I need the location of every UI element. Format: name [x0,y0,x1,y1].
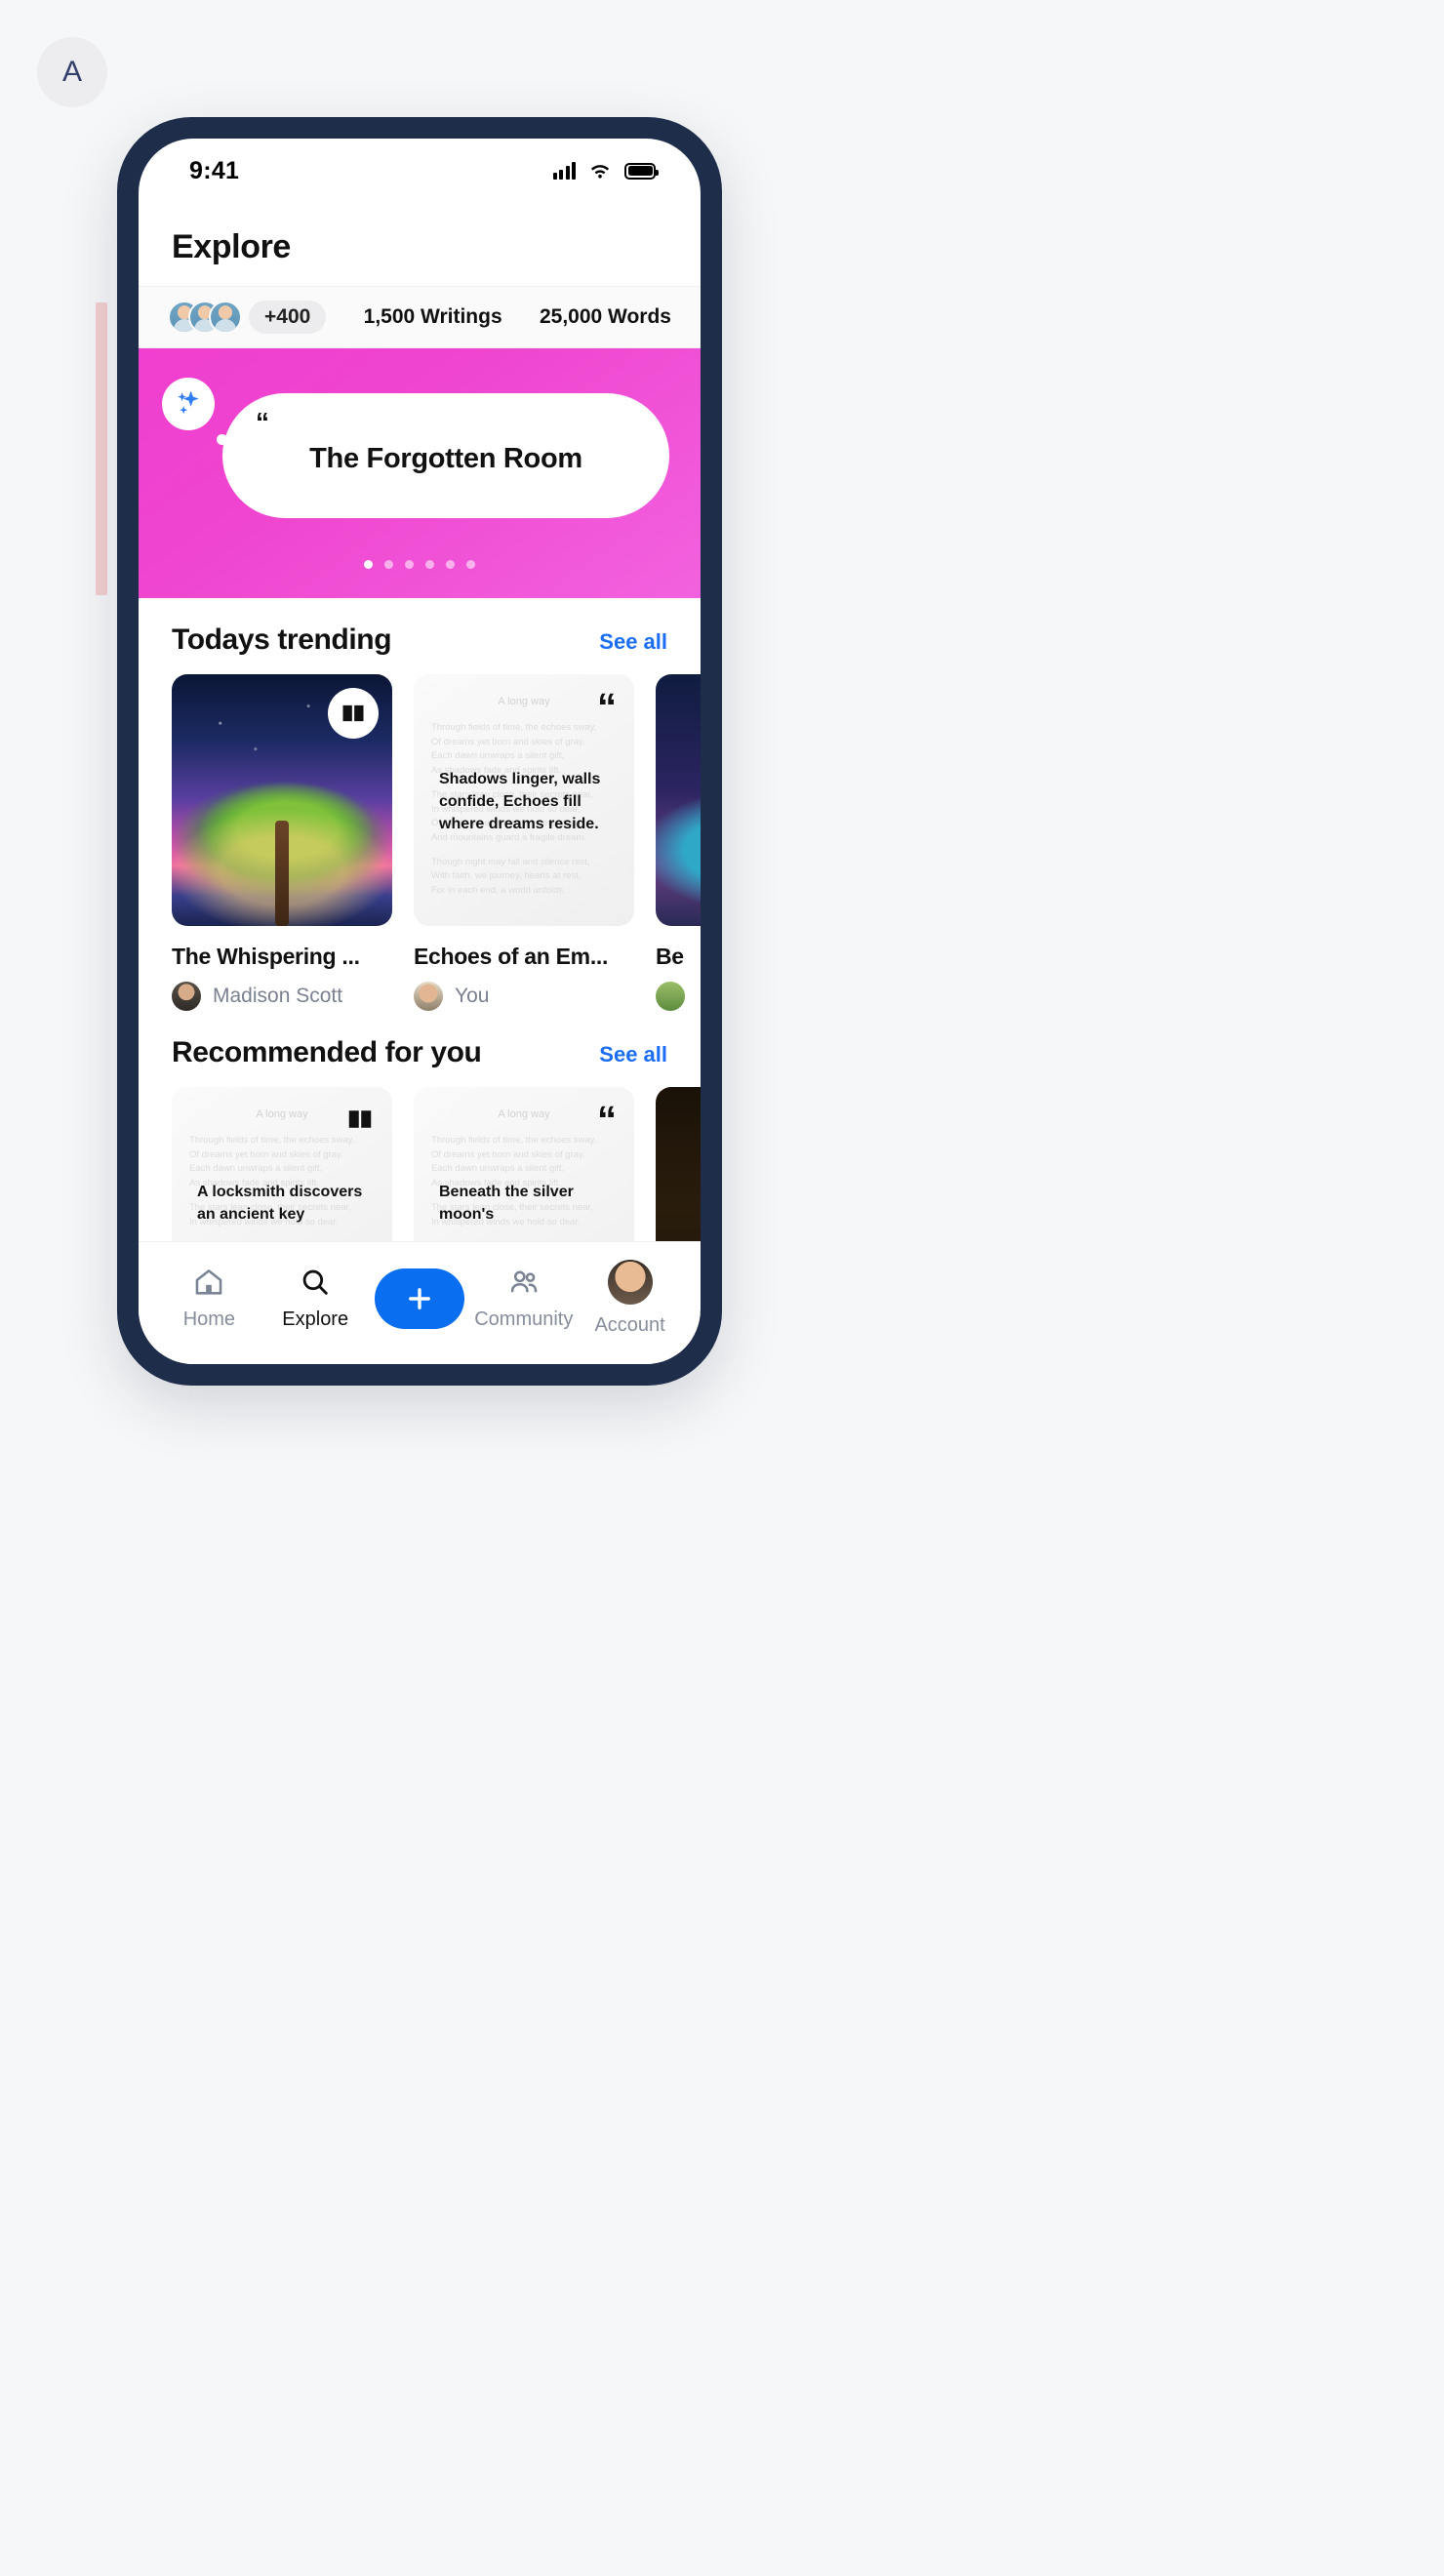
wifi-icon [590,165,610,179]
tab-home[interactable]: Home [162,1266,256,1331]
avatars-count-badge: +400 [249,301,327,334]
page-avatar-initial: A [61,56,82,88]
avatar-stack [168,301,242,334]
bg-line: Of dreams yet born and skies of gray. [431,736,585,747]
stats-avatars[interactable]: +400 [168,301,327,334]
bg-line: Each dawn unwraps a silent gift, [189,1163,323,1175]
card[interactable]: The Whispering ... Madison Scott [172,674,392,1011]
see-all-link-recommended[interactable]: See all [599,1042,667,1067]
avatar-icon [607,1260,653,1305]
quote-mark-icon: “ [256,407,269,437]
carousel-dot[interactable] [384,560,393,569]
bg-line: Each dawn unwraps a silent gift, [431,750,565,762]
section-header-trending: Todays trending See all [139,598,701,674]
tab-explore[interactable]: Explore [268,1266,362,1331]
quote-icon: “ [597,1099,617,1142]
card-excerpt: Shadows linger, walls confide, Echoes fi… [439,771,601,833]
book-open-icon[interactable] [328,688,379,739]
status-bar: 9:41 [139,139,701,203]
carousel-dot[interactable] [364,560,373,569]
card-thumbnail[interactable] [656,674,701,926]
tab-community[interactable]: Community [474,1266,574,1331]
card-title: The Whispering ... [172,944,360,969]
author-avatar [414,982,443,1011]
search-icon [302,1269,328,1295]
trending-card-row[interactable]: The Whispering ... Madison Scott A long … [139,674,701,1011]
card-thumbnail[interactable]: A long way Through fields of time, the e… [414,674,634,926]
bg-line: Each dawn unwraps a silent gift, [431,1163,565,1175]
artwork-image [656,674,701,926]
tab-label: Explore [282,1308,349,1330]
carousel-dot[interactable] [425,560,434,569]
card-author [656,982,701,1011]
bg-line: Through fields of time, the echoes sway, [431,1135,597,1146]
signal-bars-icon [552,162,576,180]
section-title: Todays trending [172,624,392,656]
book-open-icon [345,1105,375,1137]
card-excerpt: A locksmith discovers an ancient key [197,1184,363,1224]
card-author: Madison Scott [172,982,392,1011]
bg-line: Though night may fall and silence rest, [431,856,590,867]
phone-screen: 9:41 Explore +400 1,500 Writings 25,000 … [139,139,701,1364]
carousel-dot[interactable] [466,560,475,569]
battery-icon [624,162,659,180]
carousel-dot[interactable] [405,560,414,569]
page-title: Explore [172,228,291,265]
hero-banner[interactable]: “ The Forgotten Room [139,348,701,598]
home-icon [196,1269,222,1295]
stat-writings: 1,500 Writings [363,305,502,328]
tab-account[interactable]: Account [583,1260,677,1337]
bg-line: With faith, we journey, hearts at rest. [431,870,582,882]
sparkles-icon [162,378,215,430]
author-avatar [172,982,201,1011]
tab-label: Home [182,1308,236,1330]
hero-title: The Forgotten Room [309,442,582,474]
card-title: Be [656,944,684,969]
card[interactable]: A long way Through fields of time, the e… [414,674,634,1011]
bg-line: Through fields of time, the echoes sway, [431,722,597,733]
quote-page-image: A long way Through fields of time, the e… [414,674,634,926]
author-name: Madison Scott [213,985,343,1007]
page-bg-title: A long way [498,696,550,707]
card-title: Echoes of an Em... [414,944,609,969]
status-time: 9:41 [189,156,240,184]
plus-icon [409,1287,430,1309]
card[interactable]: Be [656,674,701,1011]
create-button[interactable] [374,1268,464,1329]
tab-label: Account [594,1314,665,1336]
carousel-dots[interactable] [139,560,701,569]
bg-line: Of dreams yet born and skies of gray. [189,1148,343,1160]
see-all-link-trending[interactable]: See all [599,629,667,655]
people-icon [510,1270,538,1293]
page-header: Explore [139,203,701,286]
carousel-dot[interactable] [446,560,455,569]
quote-icon: “ [597,686,617,729]
card-excerpt: Beneath the silver moon's [439,1184,574,1224]
avatar [209,301,242,334]
decorative-edge-strip [96,302,107,595]
stat-words: 25,000 Words [539,305,671,328]
bg-line: Of dreams yet born and skies of gray. [431,1148,585,1160]
card-author: You [414,982,634,1011]
card-thumbnail[interactable] [172,674,392,926]
stats-bar: +400 1,500 Writings 25,000 Words [139,286,701,348]
author-avatar [656,982,685,1011]
page-bg-title: A long way [498,1108,550,1120]
hero-quote-bubble: “ The Forgotten Room [222,393,669,518]
author-name: You [455,985,490,1007]
status-icons [552,159,659,182]
bg-line: For in each end, a world unfolds. [431,885,566,897]
phone-frame: 9:41 Explore +400 1,500 Writings 25,000 … [117,117,722,1386]
tab-label: Community [474,1308,574,1330]
page-avatar[interactable]: A [37,37,107,107]
bottom-tab-bar: Home Explore Community Account [139,1241,701,1364]
section-header-recommended: Recommended for you See all [139,1011,701,1087]
section-title: Recommended for you [172,1036,482,1068]
